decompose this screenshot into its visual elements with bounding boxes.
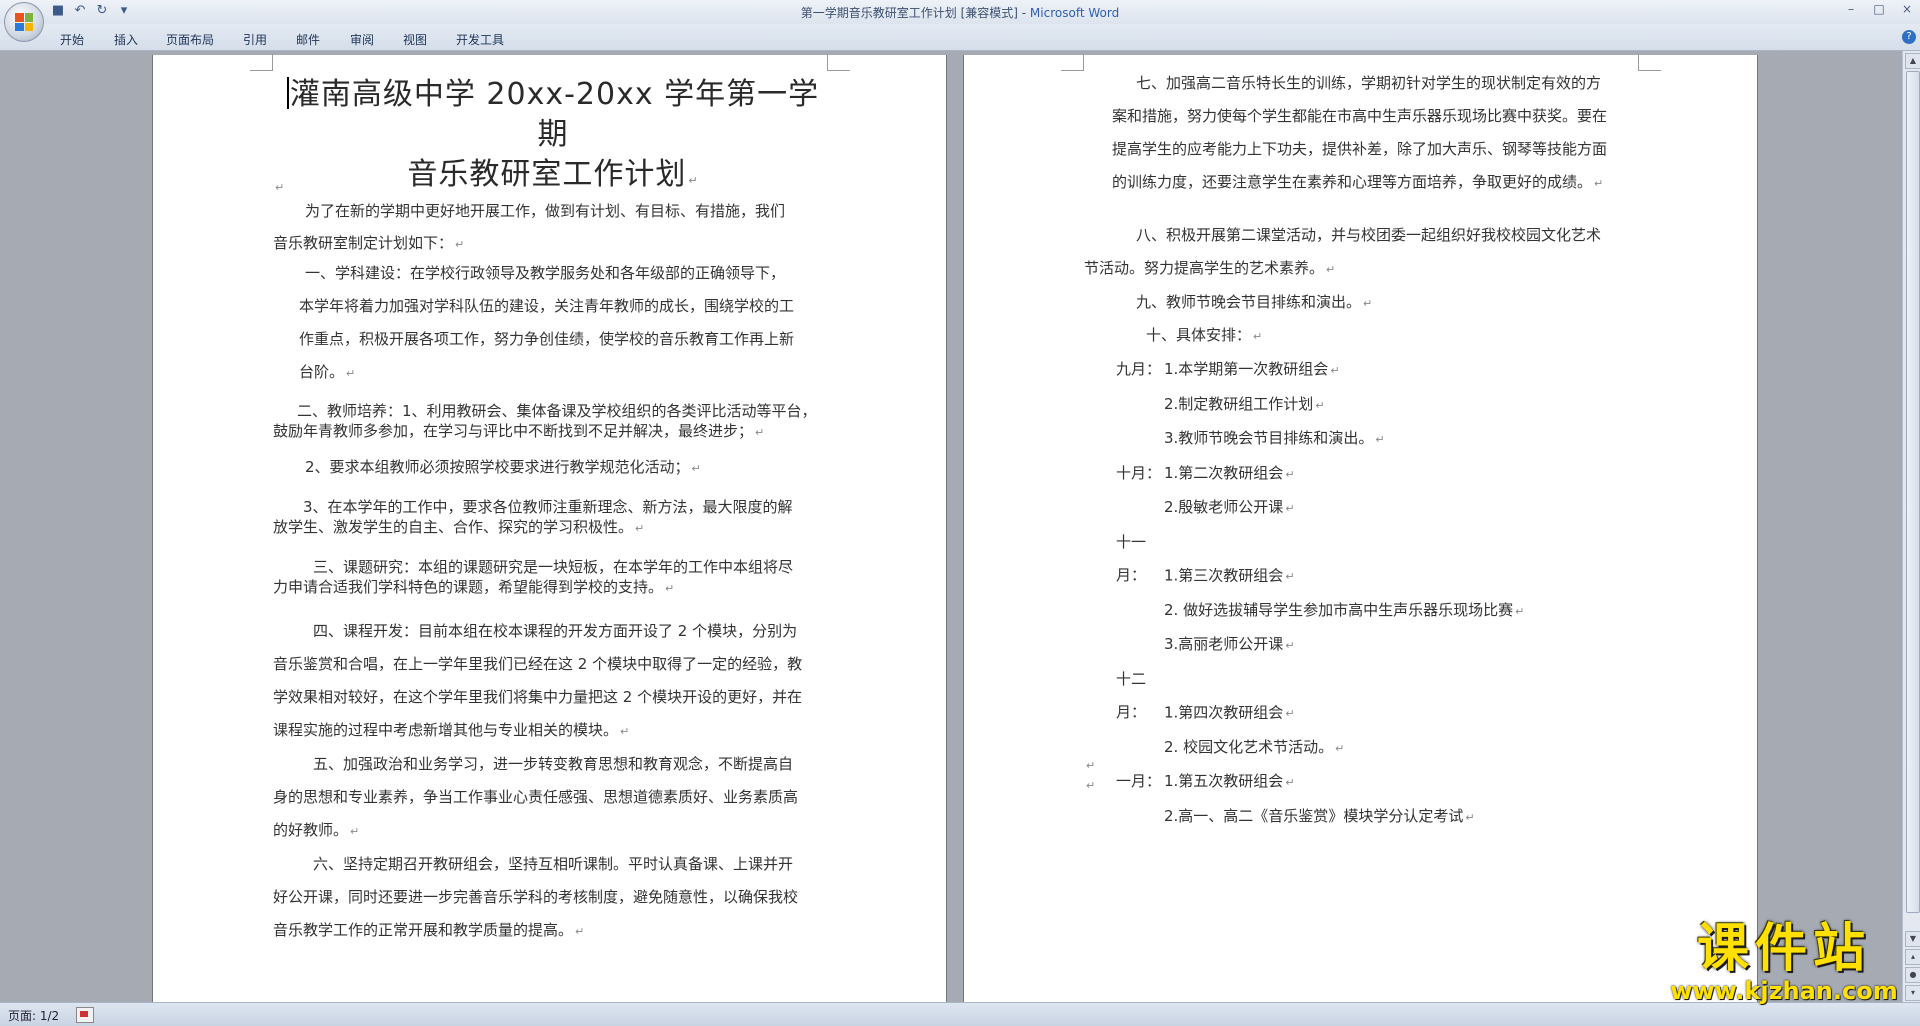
tab-page-layout[interactable]: 页面布局 (166, 31, 214, 48)
minimize-button[interactable]: – (1844, 2, 1858, 16)
text-cursor (286, 77, 289, 109)
office-logo-icon (15, 13, 33, 31)
document-area: 灌南高级中学 20xx-20xx 学年第一学期 音乐教研室工作计划 ↵ ↵ 为了在… (0, 51, 1902, 1002)
section-5-paragraph: 五、加强政治和业务学习，进一步转变教育思想和教育观念，不断提高自 身的思想和专业… (273, 755, 799, 839)
schedule-item: 十二月： 1.第四次教研组会 ↵ (1116, 669, 1295, 722)
section-2-paragraph: 二、教师培养：1、利用教研会、集体备课及学校组织的各类评比活动等平台， 鼓励年青… (273, 402, 817, 440)
app-name: Microsoft Word (1029, 6, 1120, 20)
tab-insert[interactable]: 插入 (114, 31, 138, 48)
tab-mailings[interactable]: 邮件 (296, 31, 320, 48)
watermark-text: 课件站 (1696, 919, 1871, 979)
section-4-paragraph: 四、课程开发：目前本组在校本课程的开发方面开设了 2 个模块，分别为 音乐鉴赏和… (273, 622, 803, 739)
close-button[interactable]: × (1900, 2, 1914, 16)
page-2[interactable]: 七、加强高二音乐特长生的训练，学期初针对学生的现状制定有效的方 案和措施，努力使… (963, 54, 1758, 1002)
schedule-item: 2. 做好选拔辅导学生参加市高中生声乐器乐现场比赛 ↵ (1164, 600, 1525, 619)
tab-review[interactable]: 审阅 (350, 31, 374, 48)
empty-paragraph: ↵ (275, 181, 285, 194)
crop-mark (827, 54, 850, 71)
section-9-paragraph: 九、教师节晚会节目排练和演出。 ↵ (1136, 293, 1373, 311)
section-7-paragraph: 七、加强高二音乐特长生的训练，学期初针对学生的现状制定有效的方 案和措施，努力使… (1112, 74, 1608, 191)
crop-mark (1061, 54, 1084, 71)
document-title-line-1: 灌南高级中学 20xx-20xx 学年第一学期 (273, 75, 833, 155)
macro-record-icon[interactable] (76, 1007, 94, 1023)
tab-view[interactable]: 视图 (403, 31, 427, 48)
page-1[interactable]: 灌南高级中学 20xx-20xx 学年第一学期 音乐教研室工作计划 ↵ ↵ 为了在… (152, 54, 947, 1002)
tab-developer[interactable]: 开发工具 (456, 31, 504, 48)
status-bar: 页面: 1/2 (0, 1002, 1920, 1026)
schedule-item: 十月： 1.第二次教研组会 ↵ (1116, 463, 1295, 482)
document-title: 第一学期音乐教研室工作计划 [兼容模式] - (800, 6, 1030, 20)
ribbon-tab-strip: 开始 插入 页面布局 引用 邮件 审阅 视图 开发工具 ? (0, 24, 1920, 51)
section-8-paragraph: 八、积极开展第二课堂活动，并与校团委一起组织好我校校园文化艺术 节活动。努力提高… (1084, 226, 1602, 277)
previous-page-icon[interactable]: ▴ (1905, 949, 1920, 965)
title-bar: ■ ↶ ↻ ▾ 第一学期音乐教研室工作计划 [兼容模式] - Microsoft… (0, 0, 1920, 42)
tab-home[interactable]: 开始 (60, 31, 84, 48)
schedule-item: 2.殷敏老师公开课 ↵ (1164, 498, 1295, 516)
schedule-item: 九月： 1.本学期第一次教研组会 ↵ (1116, 360, 1340, 378)
tab-references[interactable]: 引用 (243, 31, 267, 48)
section-2-item-2: 2、要求本组教师必须按照学校要求进行教学规范化活动； ↵ (305, 458, 701, 476)
vertical-scrollbar[interactable]: ▲ ▼ ▴ ● ▾ (1902, 51, 1920, 1002)
next-page-icon[interactable]: ▾ (1905, 985, 1920, 1001)
schedule-item: 2.制定教研组工作计划 ↵ (1164, 394, 1325, 413)
window-controls: – □ × (1844, 2, 1914, 16)
office-button[interactable] (4, 2, 44, 42)
section-3-paragraph: 三、课题研究：本组的课题研究是一块短板，在本学年的工作中本组将尽 力申请合适我们… (273, 558, 794, 596)
watermark-logo: 课件站 www.kjzhan.com (1668, 920, 1900, 1004)
help-icon[interactable]: ? (1902, 30, 1916, 44)
section-1-paragraph: 一、学科建设：在学校行政领导及教学服务处和各年级部的正确领导下， 本学年将着力加… (299, 264, 795, 381)
section-2-item-3: 3、在本学年的工作中，要求各位教师注重新理念、新方法，最大限度的解 放学生、激发… (273, 498, 793, 536)
page-count[interactable]: 页面: 1/2 (8, 1007, 59, 1024)
crop-mark (250, 54, 273, 71)
select-browse-object-icon[interactable]: ● (1905, 967, 1920, 983)
schedule-item: 十一月： 1.第三次教研组会 ↵ (1116, 532, 1295, 585)
window-title: 第一学期音乐教研室工作计划 [兼容模式] - Microsoft Word (0, 4, 1920, 21)
schedule-item: 2.高一、高二《音乐鉴赏》模块学分认定考试 ↵ (1164, 806, 1475, 825)
schedule-item: 3.高丽老师公开课 ↵ (1164, 635, 1295, 653)
watermark-url: www.kjzhan.com (1670, 977, 1898, 1005)
scroll-down-icon[interactable]: ▼ (1905, 931, 1920, 947)
maximize-button[interactable]: □ (1872, 2, 1886, 16)
scroll-up-icon[interactable]: ▲ (1905, 53, 1920, 69)
schedule-item: 3.教师节晚会节目排练和演出。 ↵ (1164, 429, 1385, 447)
scroll-thumb[interactable] (1906, 71, 1920, 913)
section-6-paragraph: 六、坚持定期召开教研组会，坚持互相听课制。平时认真备课、上课并开 好公开课，同时… (273, 855, 799, 939)
intro-paragraph: 为了在新的学期中更好地开展工作，做到有计划、有目标、有措施，我们 音乐教研室制定… (273, 202, 786, 252)
empty-paragraphs: ↵ ↵ (1086, 759, 1096, 792)
section-10-heading: 十、具体安排： ↵ (1146, 326, 1263, 344)
